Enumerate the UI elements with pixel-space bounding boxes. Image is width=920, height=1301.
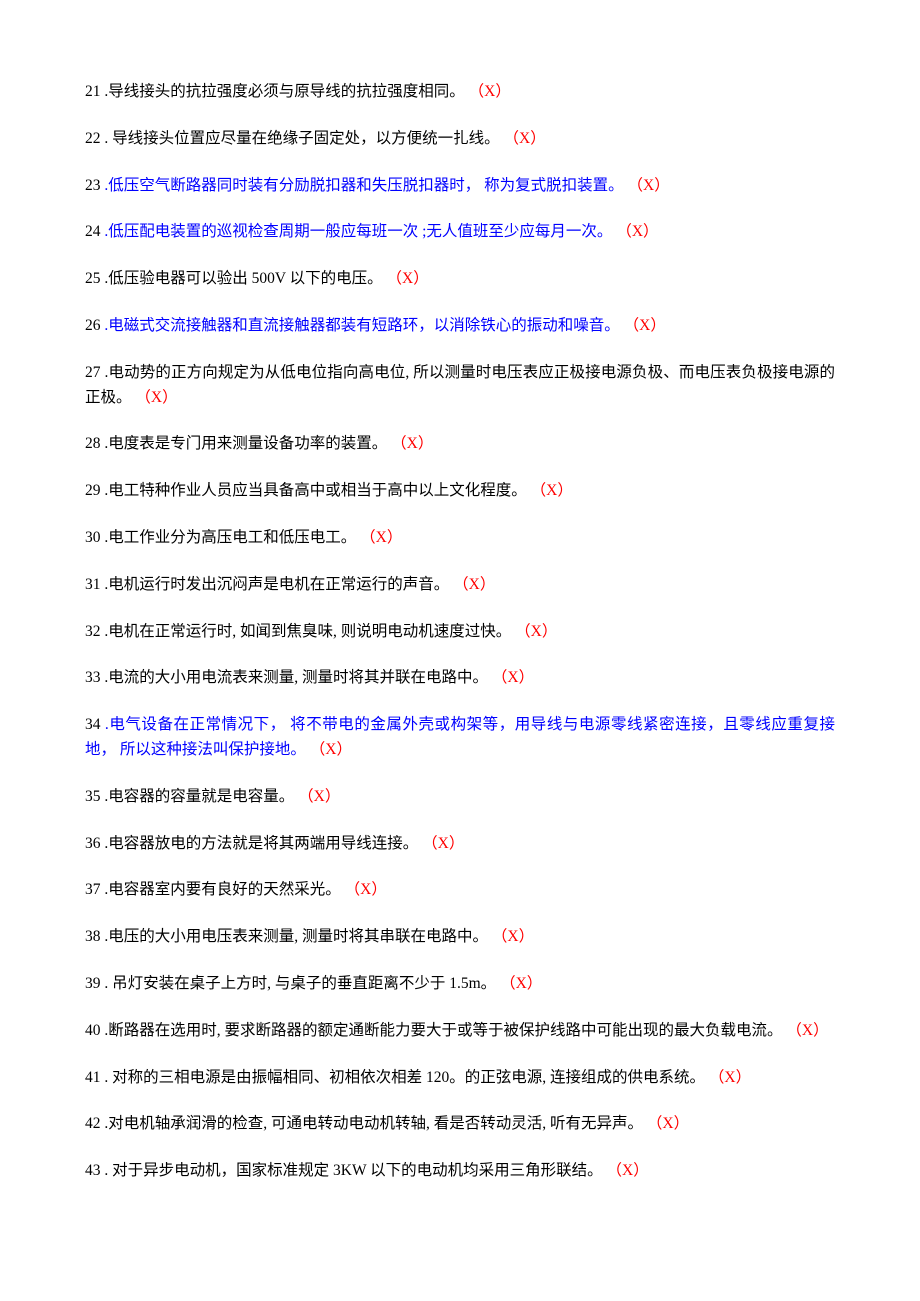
- question-text: .电磁式交流接触器和直流接触器都装有短路环，以消除铁心的振动和噪音。: [101, 317, 624, 334]
- question-item: 34 .电气设备在正常情况下， 将不带电的金属外壳或构架等，用导线与电源零线紧密…: [85, 713, 835, 763]
- question-text: .电压的大小用电压表来测量, 测量时将其串联在电路中。: [101, 928, 492, 945]
- question-text: .电容器的容量就是电容量。: [101, 788, 299, 805]
- answer-mark: （X）: [628, 177, 670, 194]
- answer-mark: （X）: [607, 1162, 649, 1179]
- question-number: 41: [85, 1069, 101, 1086]
- answer-mark: （X）: [298, 788, 340, 805]
- question-item: 33 .电流的大小用电流表来测量, 测量时将其并联在电路中。 （X）: [85, 666, 835, 691]
- question-number: 34: [85, 716, 101, 733]
- question-list: 21 .导线接头的抗拉强度必须与原导线的抗拉强度相同。 （X） 22 . 导线接头…: [85, 80, 835, 1184]
- question-text: .低压配电装置的巡视检查周期一般应每班一次 ;无人值班至少应每月一次。: [101, 223, 617, 240]
- question-number: 40: [85, 1022, 101, 1039]
- question-number: 21: [85, 83, 101, 100]
- answer-mark: （X）: [500, 975, 542, 992]
- question-text: .电容器放电的方法就是将其两端用导线连接。: [101, 835, 423, 852]
- question-item: 36 .电容器放电的方法就是将其两端用导线连接。 （X）: [85, 832, 835, 857]
- answer-mark: （X）: [647, 1115, 689, 1132]
- answer-mark: （X）: [492, 928, 534, 945]
- question-item: 35 .电容器的容量就是电容量。 （X）: [85, 785, 835, 810]
- question-item: 22 . 导线接头位置应尽量在绝缘子固定处，以方便统一扎线。 （X）: [85, 127, 835, 152]
- question-number: 37: [85, 881, 101, 898]
- answer-mark: （X）: [531, 482, 573, 499]
- question-item: 24 .低压配电装置的巡视检查周期一般应每班一次 ;无人值班至少应每月一次。 （…: [85, 220, 835, 245]
- question-number: 42: [85, 1115, 101, 1132]
- question-number: 39: [85, 975, 101, 992]
- question-number: 32: [85, 623, 101, 640]
- question-text: . 导线接头位置应尽量在绝缘子固定处，以方便统一扎线。: [101, 130, 504, 147]
- question-item: 37 .电容器室内要有良好的天然采光。 （X）: [85, 878, 835, 903]
- question-number: 35: [85, 788, 101, 805]
- question-item: 43 . 对于异步电动机，国家标准规定 3KW 以下的电动机均采用三角形联结。 …: [85, 1159, 835, 1184]
- question-number: 22: [85, 130, 101, 147]
- question-text: .电机运行时发出沉闷声是电机在正常运行的声音。: [101, 576, 454, 593]
- question-item: 32 .电机在正常运行时, 如闻到焦臭味, 则说明电动机速度过快。 （X）: [85, 620, 835, 645]
- question-number: 43: [85, 1162, 101, 1179]
- answer-mark: （X）: [492, 669, 534, 686]
- answer-mark: （X）: [786, 1022, 828, 1039]
- question-number: 36: [85, 835, 101, 852]
- question-item: 38 .电压的大小用电压表来测量, 测量时将其串联在电路中。 （X）: [85, 925, 835, 950]
- question-item: 25 .低压验电器可以验出 500V 以下的电压。 （X）: [85, 267, 835, 292]
- question-text: .电容器室内要有良好的天然采光。: [101, 881, 345, 898]
- question-text: . 吊灯安装在桌子上方时, 与桌子的垂直距离不少于 1.5m。: [101, 975, 501, 992]
- question-number: 38: [85, 928, 101, 945]
- question-item: 42 .对电机轴承润滑的检查, 可通电转动电动机转轴, 看是否转动灵活, 听有无…: [85, 1112, 835, 1137]
- question-item: 21 .导线接头的抗拉强度必须与原导线的抗拉强度相同。 （X）: [85, 80, 835, 105]
- question-text: . 对称的三相电源是由振幅相同、初相依次相差 120。的正弦电源, 连接组成的供…: [101, 1069, 709, 1086]
- question-item: 31 .电机运行时发出沉闷声是电机在正常运行的声音。 （X）: [85, 573, 835, 598]
- answer-mark: （X）: [709, 1069, 751, 1086]
- question-number: 30: [85, 529, 101, 546]
- answer-mark: （X）: [387, 270, 429, 287]
- answer-mark: （X）: [422, 835, 464, 852]
- question-text: .电气设备在正常情况下， 将不带电的金属外壳或构架等，用导线与电源零线紧密连接，…: [85, 716, 835, 758]
- question-item: 40 .断路器在选用时, 要求断路器的额定通断能力要大于或等于被保护线路中可能出…: [85, 1019, 835, 1044]
- answer-mark: （X）: [515, 623, 557, 640]
- question-item: 29 .电工特种作业人员应当具备高中或相当于高中以上文化程度。 （X）: [85, 479, 835, 504]
- question-text: .电工特种作业人员应当具备高中或相当于高中以上文化程度。: [101, 482, 531, 499]
- question-item: 30 .电工作业分为高压电工和低压电工。 （X）: [85, 526, 835, 551]
- question-item: 27 .电动势的正方向规定为从低电位指向高电位, 所以测量时电压表应正极接电源负…: [85, 361, 835, 411]
- answer-mark: （X）: [135, 389, 177, 406]
- answer-mark: （X）: [624, 317, 666, 334]
- question-text: .电机在正常运行时, 如闻到焦臭味, 则说明电动机速度过快。: [101, 623, 516, 640]
- answer-mark: （X）: [345, 881, 387, 898]
- question-text: .断路器在选用时, 要求断路器的额定通断能力要大于或等于被保护线路中可能出现的最…: [101, 1022, 787, 1039]
- question-text: .电度表是专门用来测量设备功率的装置。: [101, 435, 392, 452]
- question-text: .电流的大小用电流表来测量, 测量时将其并联在电路中。: [101, 669, 492, 686]
- question-number: 27: [85, 364, 101, 381]
- answer-mark: （X）: [310, 741, 352, 758]
- question-item: 41 . 对称的三相电源是由振幅相同、初相依次相差 120。的正弦电源, 连接组…: [85, 1066, 835, 1091]
- question-item: 28 .电度表是专门用来测量设备功率的装置。 （X）: [85, 432, 835, 457]
- question-item: 23 .低压空气断路器同时装有分励脱扣器和失压脱扣器时， 称为复式脱扣装置。 （…: [85, 174, 835, 199]
- question-text: .对电机轴承润滑的检查, 可通电转动电动机转轴, 看是否转动灵活, 听有无异声。: [101, 1115, 647, 1132]
- question-number: 24: [85, 223, 101, 240]
- answer-mark: （X）: [469, 83, 511, 100]
- answer-mark: （X）: [616, 223, 658, 240]
- question-item: 26 .电磁式交流接触器和直流接触器都装有短路环，以消除铁心的振动和噪音。 （X…: [85, 314, 835, 339]
- question-text: .低压空气断路器同时装有分励脱扣器和失压脱扣器时， 称为复式脱扣装置。: [101, 177, 628, 194]
- answer-mark: （X）: [453, 576, 495, 593]
- question-number: 29: [85, 482, 101, 499]
- question-number: 23: [85, 177, 101, 194]
- answer-mark: （X）: [504, 130, 546, 147]
- question-text: .电动势的正方向规定为从低电位指向高电位, 所以测量时电压表应正极接电源负极、而…: [85, 364, 835, 406]
- question-number: 28: [85, 435, 101, 452]
- question-number: 26: [85, 317, 101, 334]
- question-number: 31: [85, 576, 101, 593]
- question-text: .电工作业分为高压电工和低压电工。: [101, 529, 361, 546]
- answer-mark: （X）: [391, 435, 433, 452]
- question-number: 33: [85, 669, 101, 686]
- question-item: 39 . 吊灯安装在桌子上方时, 与桌子的垂直距离不少于 1.5m。 （X）: [85, 972, 835, 997]
- question-text: .低压验电器可以验出 500V 以下的电压。: [101, 270, 387, 287]
- question-number: 25: [85, 270, 101, 287]
- question-text: .导线接头的抗拉强度必须与原导线的抗拉强度相同。: [101, 83, 469, 100]
- question-text: . 对于异步电动机，国家标准规定 3KW 以下的电动机均采用三角形联结。: [101, 1162, 607, 1179]
- answer-mark: （X）: [360, 529, 402, 546]
